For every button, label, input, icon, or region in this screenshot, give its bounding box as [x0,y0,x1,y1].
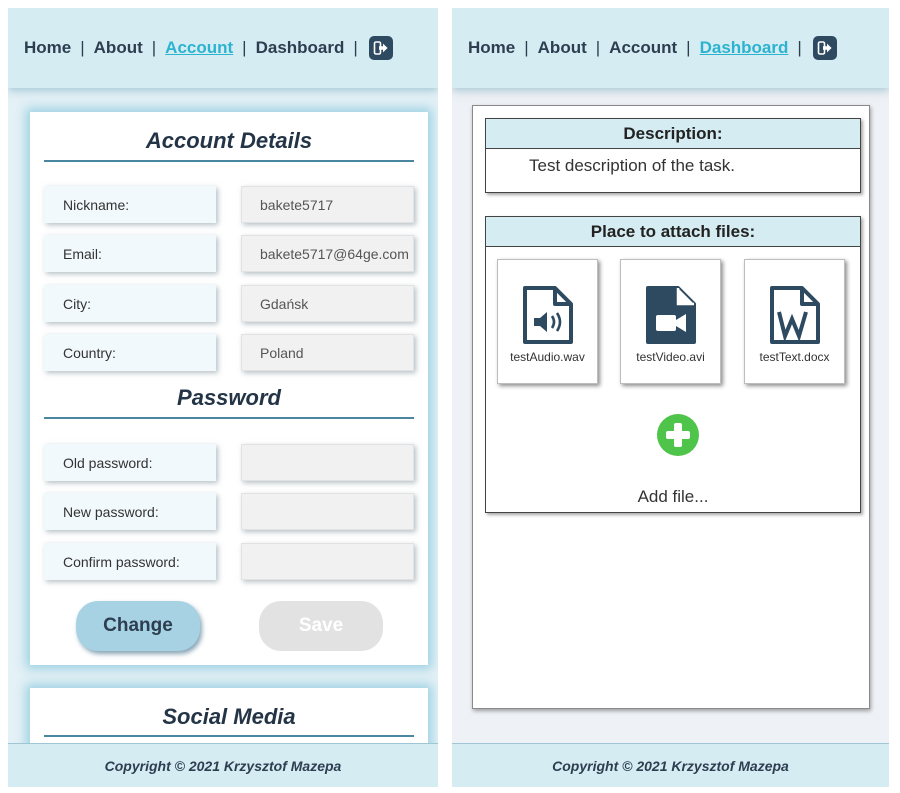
nav-separator: | [595,38,601,57]
footer: Copyright © 2021 Krzysztof Mazepa [452,743,889,787]
file-tile-text[interactable]: testText.docx [744,259,845,384]
nav-dashboard-link[interactable]: Dashboard [700,38,789,58]
section-divider [44,160,414,162]
old-password-field[interactable] [241,444,414,481]
description-header: Description: [486,119,860,149]
change-button[interactable]: Change [76,601,200,651]
confirm-password-label: Confirm password: [44,543,216,580]
word-file-icon [770,286,820,344]
description-text: Test description of the task. [529,156,735,175]
copyright-text: Copyright © 2021 Krzysztof Mazepa [552,757,789,774]
video-file-icon [646,286,696,344]
nav-separator: | [797,38,802,57]
nav-separator: | [686,38,691,57]
attachments-header: Place to attach files: [486,217,860,247]
account-details-title: Account Details [145,128,313,153]
file-tile-audio[interactable]: testAudio.wav [497,259,598,384]
nickname-field[interactable]: bakete5717 [241,186,414,223]
nav-separator: | [242,38,247,57]
save-button[interactable]: Save [259,601,383,651]
social-media-title: Social Media [162,704,296,729]
country-field[interactable]: Poland [241,334,414,371]
new-password-field[interactable] [241,493,414,530]
email-field[interactable]: bakete5717@64ge.com [241,235,414,272]
city-label: City: [44,285,216,322]
add-file-label[interactable]: Add file... [486,487,860,507]
nav-separator: | [151,38,157,57]
plus-circle-icon[interactable] [657,414,699,456]
confirm-password-field[interactable] [241,543,414,580]
section-divider [44,417,414,419]
file-tile-video[interactable]: testVideo.avi [620,259,721,384]
old-password-label: Old password: [44,444,216,481]
file-name: testText.docx [759,350,830,364]
email-label: Email: [44,235,216,272]
nickname-label: Nickname: [44,186,216,223]
attachments-box: Place to attach files: testAudio.wav tes… [485,216,861,513]
section-divider [44,735,414,737]
footer: Copyright © 2021 Krzysztof Mazepa [8,743,438,787]
audio-file-icon [523,286,573,344]
nav-account-link[interactable]: Account [165,38,233,58]
copyright-text: Copyright © 2021 Krzysztof Mazepa [104,757,342,774]
nav-about-link[interactable]: About [538,38,587,58]
new-password-label: New password: [44,493,216,530]
account-view: Home | About | Account | Dashboard | Acc… [8,8,438,787]
logout-icon[interactable] [368,36,393,60]
nav-home-link[interactable]: Home [468,38,515,58]
nav-account-link[interactable]: Account [609,38,677,58]
country-label: Country: [44,334,216,371]
nav-bar: Home | About | Account | Dashboard | [8,8,438,88]
description-box: Description: Test description of the tas… [485,118,861,193]
task-card: Description: Test description of the tas… [472,105,870,709]
nav-home-link[interactable]: Home [24,38,71,58]
password-title: Password [177,385,281,410]
file-name: testVideo.avi [636,350,705,364]
nav-separator: | [524,38,529,57]
nav-dashboard-link[interactable]: Dashboard [256,38,345,58]
dashboard-view: Home | About | Account | Dashboard | Des… [452,8,889,787]
account-details-card: Account Details Nickname: bakete5717 Ema… [30,112,428,665]
city-field[interactable]: Gdańsk [241,285,414,322]
logout-icon[interactable] [812,36,837,60]
file-name: testAudio.wav [510,350,585,364]
nav-separator: | [353,38,358,57]
nav-separator: | [80,38,85,57]
nav-about-link[interactable]: About [94,38,143,58]
nav-bar: Home | About | Account | Dashboard | [452,8,889,88]
